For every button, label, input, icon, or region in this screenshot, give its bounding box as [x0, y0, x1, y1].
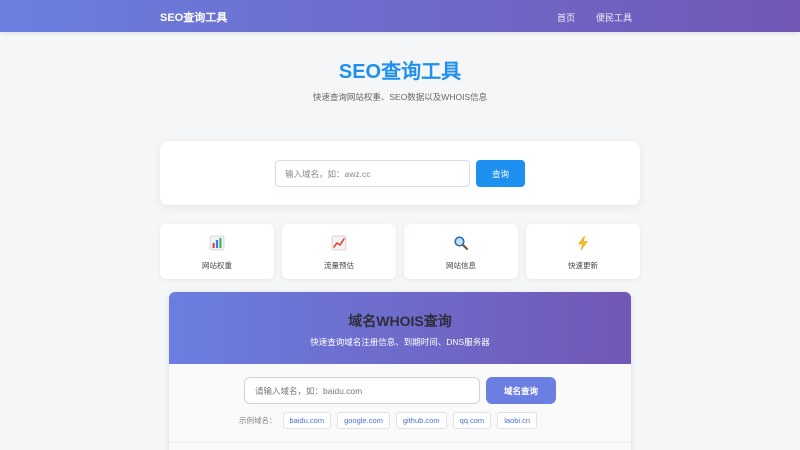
example-domain-chip[interactable]: qq.com — [452, 412, 492, 429]
example-domain-chip[interactable]: google.com — [337, 412, 390, 429]
whois-domain-input[interactable] — [244, 377, 480, 404]
page-title: SEO查询工具 — [338, 61, 462, 83]
top-navbar: SEO查询工具 首页 便民工具 — [0, 0, 800, 32]
divider — [169, 442, 631, 443]
whois-query-button[interactable]: 域名查询 — [486, 377, 556, 404]
feature-label: 网站权重 — [202, 261, 232, 270]
example-domain-chip[interactable]: github.com — [395, 412, 447, 429]
feature-label: 网站信息 — [446, 261, 476, 270]
whois-panel: 域名WHOIS查询 快速查询域名注册信息、到期时间、DNS服务器 域名查询 示例… — [169, 292, 631, 450]
whois-subtitle: 快速查询域名注册信息、到期时间、DNS服务器 — [310, 337, 490, 347]
nav-link-home[interactable]: 首页 — [557, 11, 575, 24]
example-domain-chip[interactable]: baidu.com — [282, 412, 332, 429]
feature-card-site-info[interactable]: 网站信息 — [404, 224, 518, 279]
example-domain-chip[interactable]: laobi.cn — [497, 412, 538, 429]
brand-logo-text[interactable]: SEO查询工具 — [160, 9, 227, 25]
feature-label: 快速更新 — [568, 261, 598, 270]
magnifier-icon — [404, 235, 518, 251]
nav-link-tools[interactable]: 便民工具 — [596, 11, 632, 24]
examples-label: 示例域名： — [239, 416, 277, 425]
query-button[interactable]: 查询 — [476, 160, 525, 187]
domain-search-input[interactable] — [275, 160, 470, 187]
search-card: 查询 — [160, 141, 640, 205]
bar-chart-icon — [160, 235, 274, 251]
lightning-icon — [526, 235, 640, 251]
whois-header: 域名WHOIS查询 快速查询域名注册信息、到期时间、DNS服务器 — [169, 292, 631, 364]
whois-title: 域名WHOIS查询 — [348, 313, 452, 329]
feature-card-traffic[interactable]: 流量预估 — [282, 224, 396, 279]
page-subtitle: 快速查询网站权重、SEO数据以及WHOIS信息 — [312, 92, 488, 102]
feature-card-quick-update[interactable]: 快速更新 — [526, 224, 640, 279]
trend-chart-icon — [282, 235, 396, 251]
example-domains: 示例域名： baidu.com google.com github.com qq… — [239, 412, 543, 429]
feature-card-site-weight[interactable]: 网站权重 — [160, 224, 274, 279]
feature-label: 流量预估 — [324, 261, 354, 270]
